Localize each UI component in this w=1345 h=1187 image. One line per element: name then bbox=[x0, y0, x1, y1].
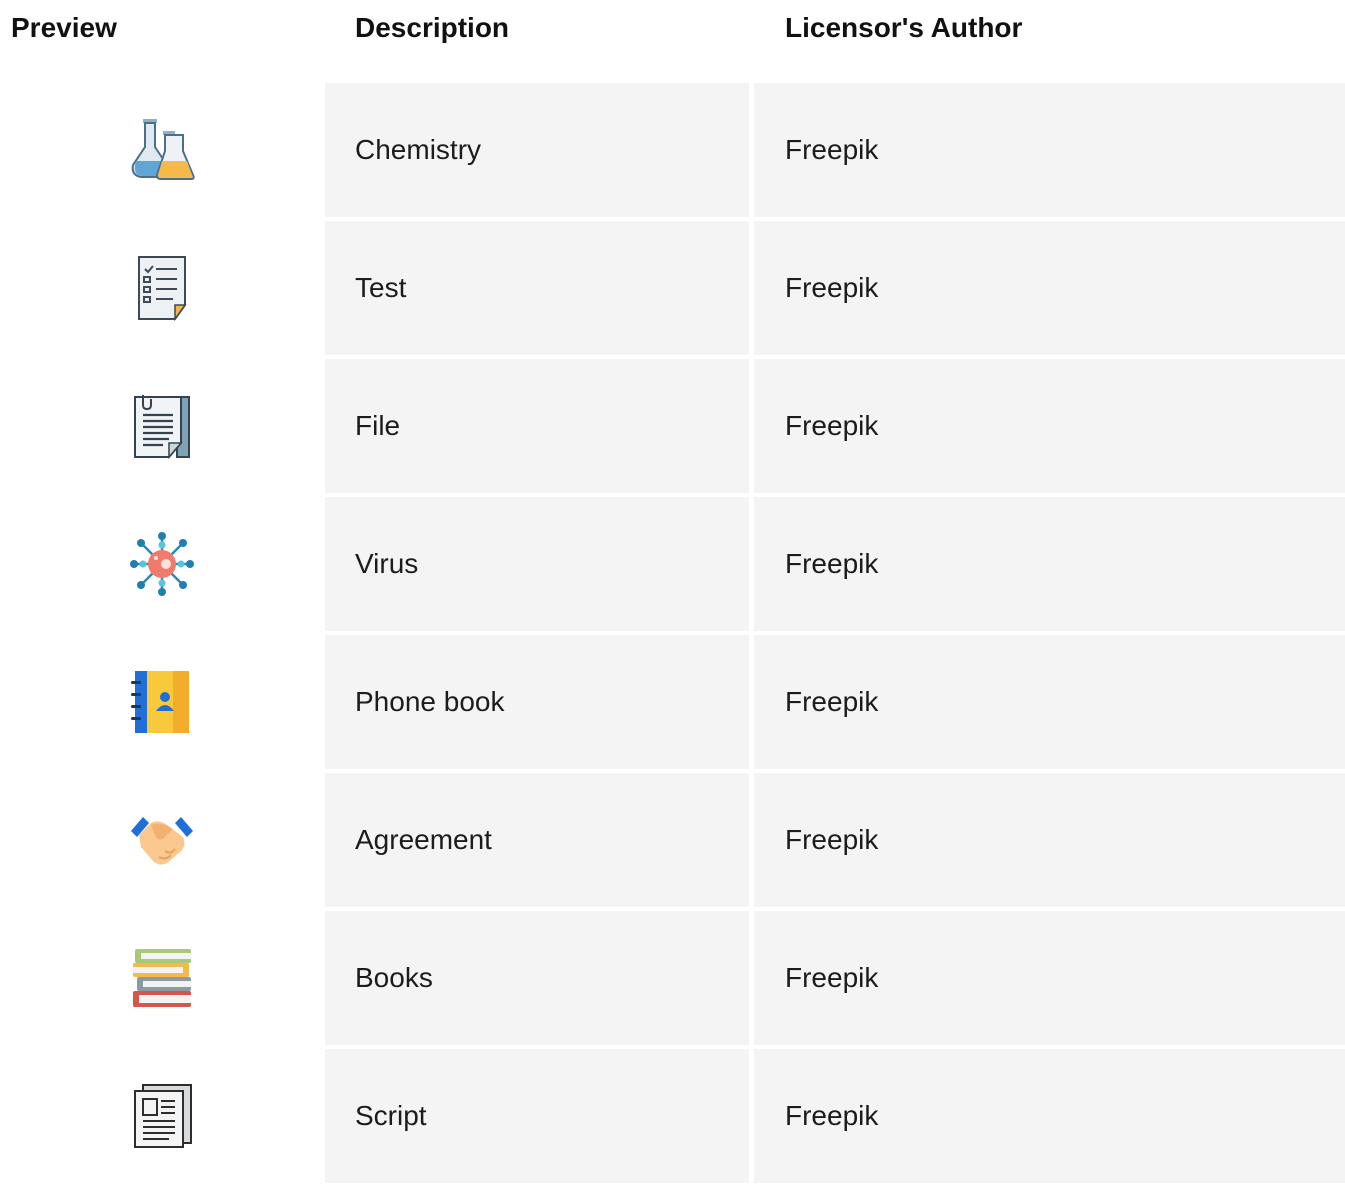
preview-cell bbox=[0, 773, 324, 907]
description-cell: Books bbox=[325, 911, 749, 1045]
author-text: Freepik bbox=[785, 686, 879, 717]
agreement-handshake-icon bbox=[131, 817, 193, 865]
description-cell: Agreement bbox=[325, 773, 749, 907]
author-cell: Freepik bbox=[754, 911, 1345, 1045]
table-row: Test Freepik bbox=[0, 221, 1345, 355]
description-text: Virus bbox=[355, 548, 419, 579]
preview-cell bbox=[0, 221, 324, 355]
table-row: Phone book Freepik bbox=[0, 635, 1345, 769]
table-row: Books Freepik bbox=[0, 911, 1345, 1045]
description-text: Books bbox=[355, 962, 433, 993]
description-text: File bbox=[355, 410, 401, 441]
test-checklist-icon bbox=[138, 256, 187, 321]
books-stack-icon bbox=[133, 949, 191, 1007]
description-cell: Phone book bbox=[325, 635, 749, 769]
header-author: Licensor's Author bbox=[785, 12, 1023, 43]
preview-cell bbox=[0, 497, 324, 631]
icon-table: Chemistry Freepik Test Freepik File Free… bbox=[0, 83, 1345, 1187]
description-text: Script bbox=[355, 1100, 427, 1131]
table-row: File Freepik bbox=[0, 359, 1345, 493]
description-cell: Script bbox=[325, 1049, 749, 1183]
preview-cell bbox=[0, 635, 324, 769]
phone-book-icon bbox=[131, 671, 189, 733]
author-text: Freepik bbox=[785, 548, 879, 579]
file-document-icon bbox=[134, 395, 190, 459]
description-cell: Virus bbox=[325, 497, 749, 631]
table-row: Agreement Freepik bbox=[0, 773, 1345, 907]
author-text: Freepik bbox=[785, 272, 879, 303]
author-cell: Freepik bbox=[754, 497, 1345, 631]
table-row: Virus Freepik bbox=[0, 497, 1345, 631]
header-preview: Preview bbox=[11, 12, 117, 43]
preview-cell bbox=[0, 1049, 324, 1183]
author-cell: Freepik bbox=[754, 1049, 1345, 1183]
author-text: Freepik bbox=[785, 1100, 879, 1131]
virus-icon bbox=[130, 532, 194, 596]
author-text: Freepik bbox=[785, 962, 879, 993]
table-row: Script Freepik bbox=[0, 1049, 1345, 1183]
description-text: Test bbox=[355, 272, 407, 303]
preview-cell bbox=[0, 911, 324, 1045]
description-cell: File bbox=[325, 359, 749, 493]
author-cell: Freepik bbox=[754, 221, 1345, 355]
chemistry-flasks-icon bbox=[131, 119, 195, 180]
script-document-icon bbox=[134, 1084, 192, 1148]
header-description: Description bbox=[355, 12, 510, 43]
author-cell: Freepik bbox=[754, 635, 1345, 769]
author-text: Freepik bbox=[785, 824, 879, 855]
description-text: Chemistry bbox=[355, 134, 482, 165]
table-row: Chemistry Freepik bbox=[0, 83, 1345, 217]
author-cell: Freepik bbox=[754, 83, 1345, 217]
author-cell: Freepik bbox=[754, 359, 1345, 493]
author-text: Freepik bbox=[785, 134, 879, 165]
description-text: Agreement bbox=[355, 824, 492, 855]
preview-cell bbox=[0, 83, 324, 217]
description-text: Phone book bbox=[355, 686, 505, 717]
table-header: Preview Description Licensor's Author bbox=[0, 0, 1345, 60]
author-cell: Freepik bbox=[754, 773, 1345, 907]
preview-cell bbox=[0, 359, 324, 493]
author-text: Freepik bbox=[785, 410, 879, 441]
description-cell: Test bbox=[325, 221, 749, 355]
description-cell: Chemistry bbox=[325, 83, 749, 217]
